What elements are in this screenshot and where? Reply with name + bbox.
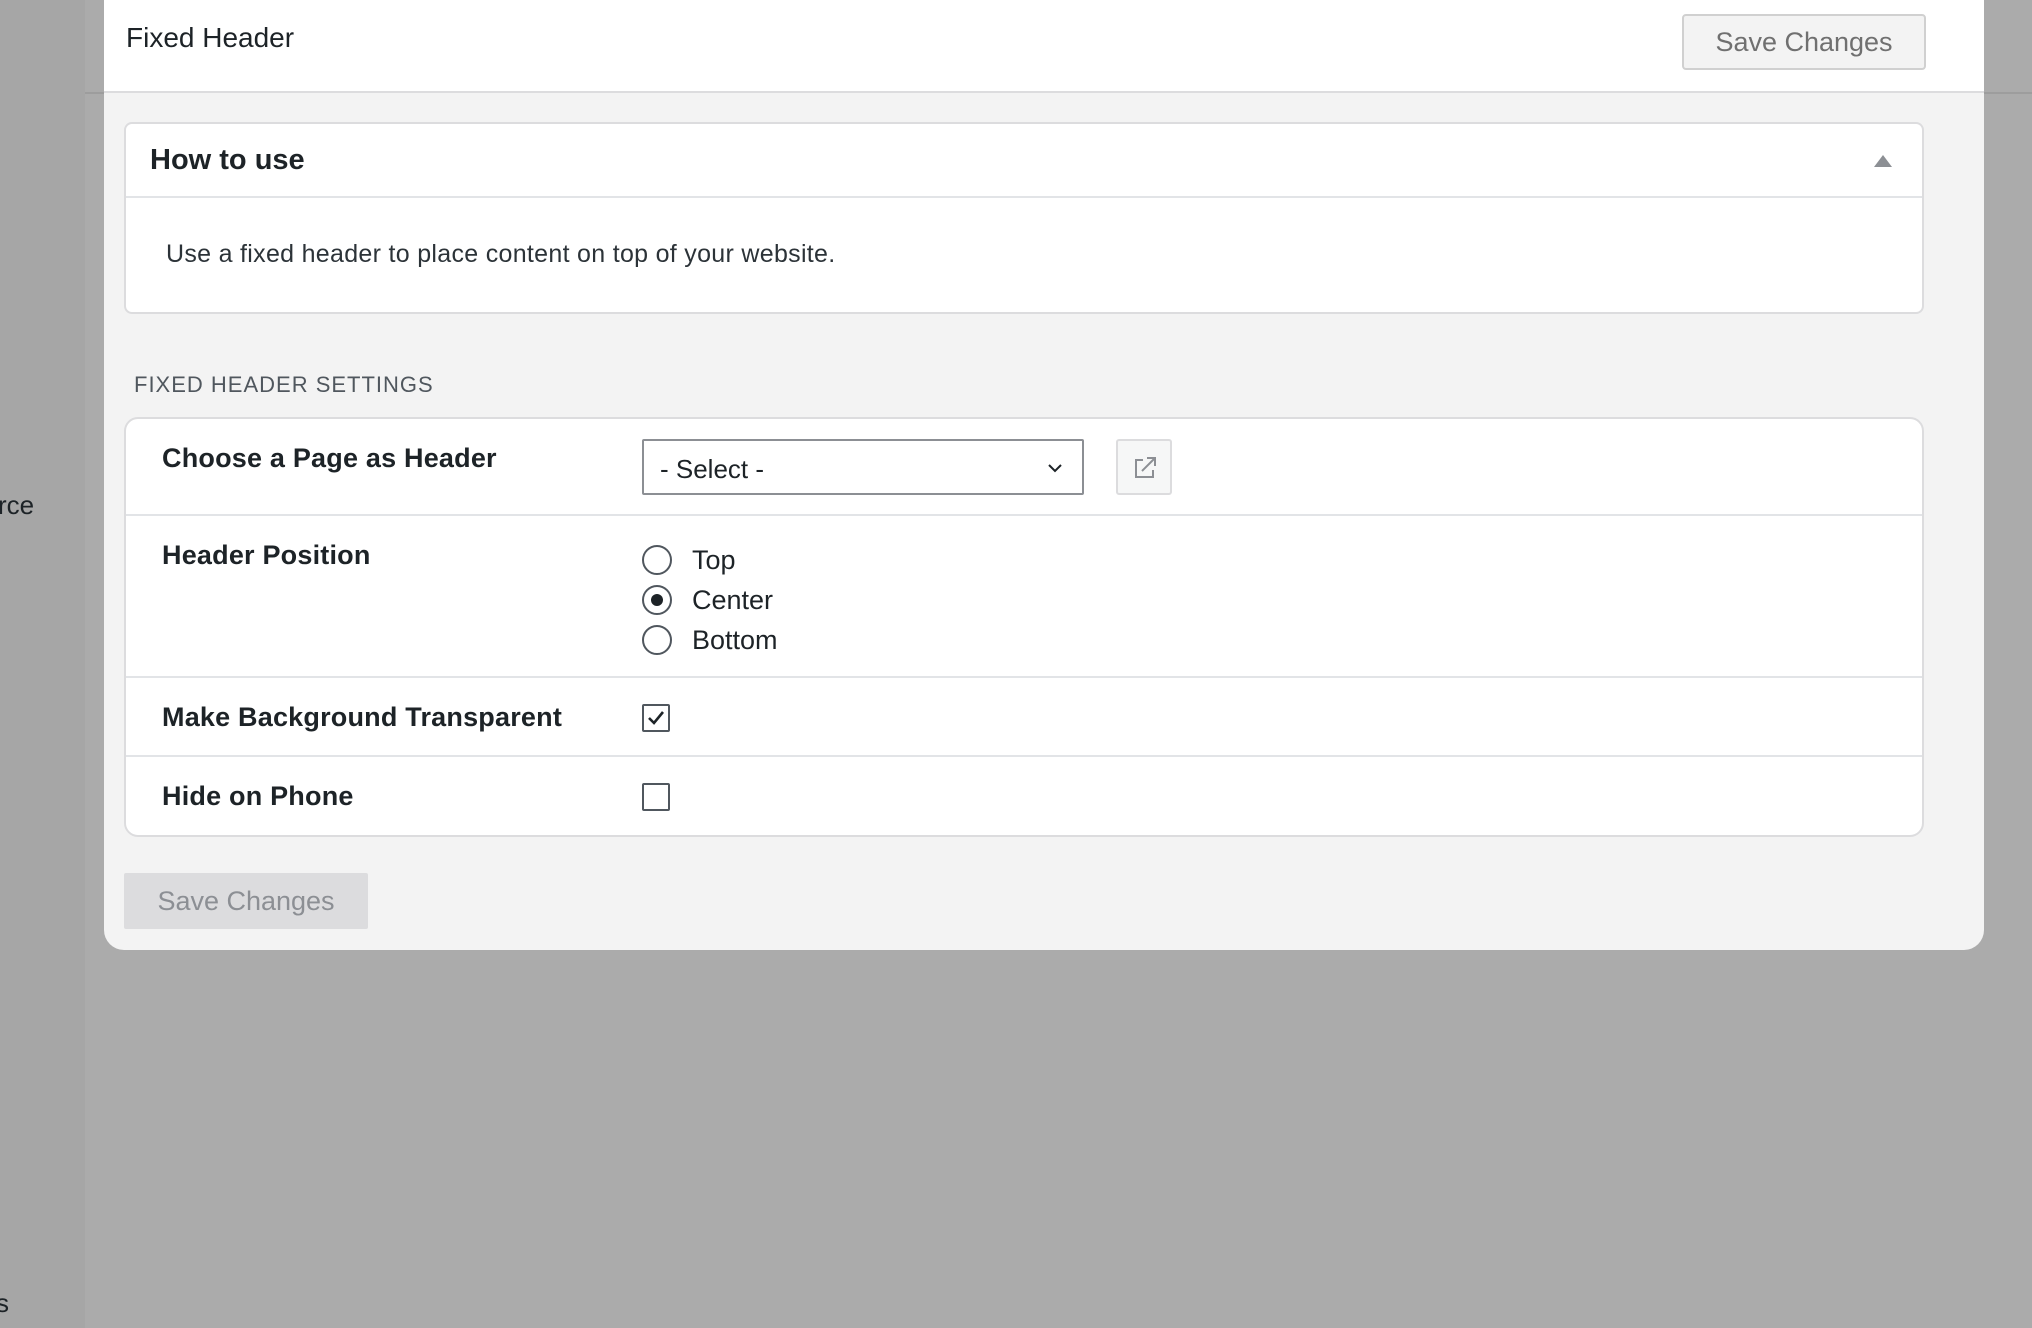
modal-header: Fixed Header Save Changes bbox=[104, 0, 1984, 93]
save-changes-button-bottom[interactable]: Save Changes bbox=[124, 873, 368, 929]
checkmark-icon bbox=[648, 711, 665, 725]
page-header-select-value: - Select - bbox=[660, 454, 765, 484]
how-to-use-panel-header[interactable]: How to use bbox=[126, 124, 1922, 198]
radio-label-bottom: Bottom bbox=[692, 624, 778, 655]
how-to-use-description: Use a fixed header to place content on t… bbox=[166, 240, 836, 268]
setting-row-header-position: Header Position Top Center Bottom bbox=[126, 516, 1922, 678]
hide-on-phone-checkbox[interactable] bbox=[642, 783, 670, 811]
radio-option-center[interactable]: Center bbox=[642, 580, 778, 620]
open-page-button[interactable] bbox=[1116, 439, 1172, 495]
radio-label-center: Center bbox=[692, 584, 774, 615]
setting-row-hide-on-phone: Hide on Phone bbox=[126, 757, 1922, 837]
triangle-up-icon[interactable] bbox=[1870, 150, 1896, 172]
radio-button-top[interactable] bbox=[642, 545, 672, 575]
fixed-header-modal: Fixed Header Save Changes How to use Use… bbox=[104, 0, 1984, 950]
save-changes-button-top[interactable]: Save Changes bbox=[1682, 14, 1926, 70]
radio-button-center[interactable] bbox=[642, 585, 672, 615]
background-sidebar-menu-text: s bbox=[0, 1288, 9, 1318]
radio-option-top[interactable]: Top bbox=[642, 540, 778, 580]
radio-button-bottom[interactable] bbox=[642, 625, 672, 655]
chevron-down-icon bbox=[1046, 459, 1064, 477]
background-admin-sidebar bbox=[0, 0, 85, 1328]
settings-card: Choose a Page as Header - Select - Heade… bbox=[124, 417, 1924, 837]
transparent-background-checkbox[interactable] bbox=[642, 704, 670, 732]
setting-row-transparent-background: Make Background Transparent bbox=[126, 678, 1922, 757]
page-header-select[interactable]: - Select - bbox=[642, 439, 1084, 495]
hide-on-phone-label: Hide on Phone bbox=[162, 781, 354, 811]
background-sidebar-menu-text: rce bbox=[0, 490, 35, 520]
how-to-use-panel: How to use Use a fixed header to place c… bbox=[124, 122, 1924, 314]
modal-title: Fixed Header bbox=[126, 22, 295, 53]
external-link-icon bbox=[1135, 457, 1156, 478]
transparent-background-label: Make Background Transparent bbox=[162, 702, 563, 732]
setting-row-page-header: Choose a Page as Header - Select - bbox=[126, 419, 1922, 516]
page-header-label: Choose a Page as Header bbox=[162, 443, 497, 473]
radio-option-bottom[interactable]: Bottom bbox=[642, 620, 778, 660]
radio-label-top: Top bbox=[692, 544, 736, 575]
header-position-radio-group: Top Center Bottom bbox=[642, 540, 778, 660]
settings-section-heading: FIXED HEADER SETTINGS bbox=[134, 372, 434, 397]
header-position-label: Header Position bbox=[162, 540, 371, 570]
how-to-use-title: How to use bbox=[150, 144, 305, 176]
